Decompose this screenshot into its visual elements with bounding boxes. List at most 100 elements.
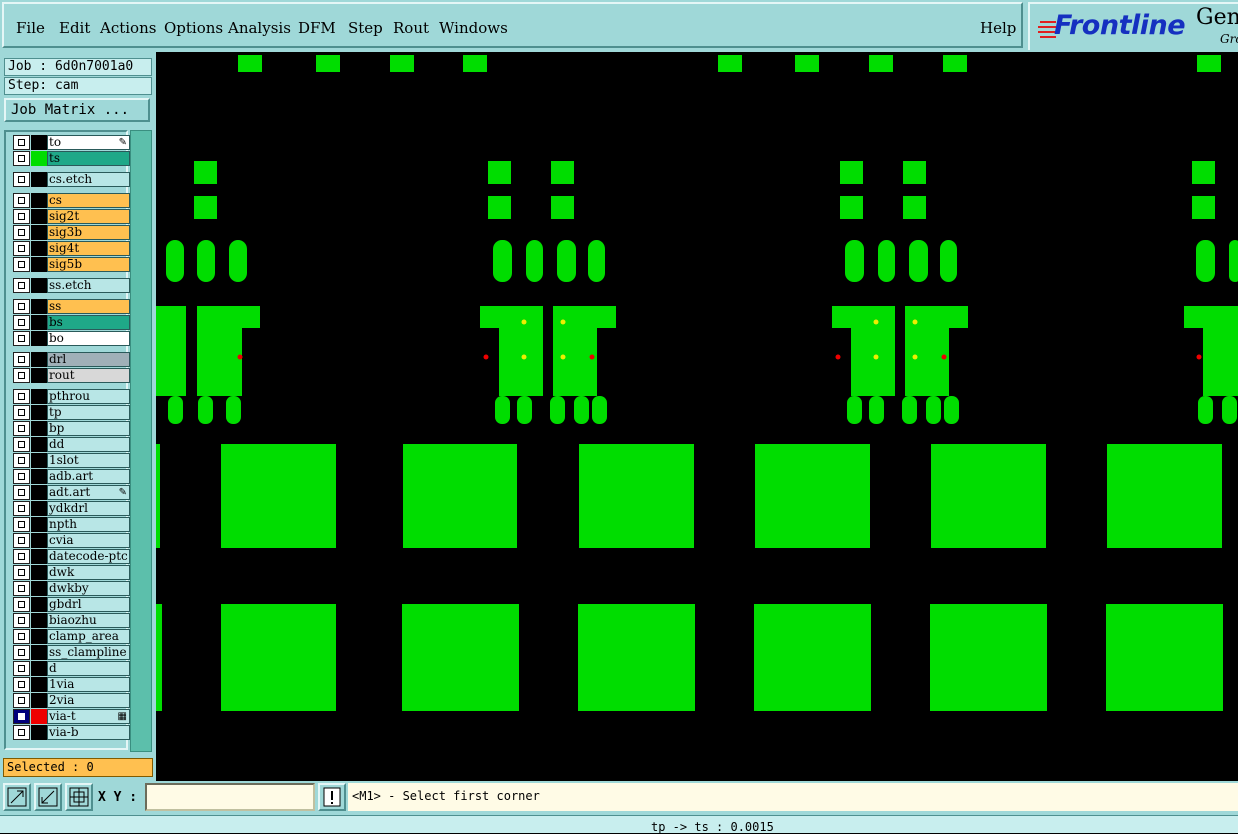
menu-help[interactable]: Help (980, 19, 1016, 37)
layer-checkbox[interactable] (13, 629, 30, 644)
layer-row-adt-art[interactable]: adt.art ✎ (12, 485, 130, 500)
menu-rout[interactable]: Rout (393, 19, 429, 37)
layer-name[interactable]: bo (47, 331, 130, 346)
layer-name[interactable]: cvia (47, 533, 130, 548)
layer-checkbox[interactable] (13, 661, 30, 676)
layer-checkbox[interactable] (13, 709, 30, 724)
layer-name[interactable]: dwk (47, 565, 130, 580)
job-matrix-button[interactable]: Job Matrix ... (4, 98, 150, 122)
layer-color-swatch[interactable] (31, 257, 47, 272)
layer-checkbox[interactable] (13, 517, 30, 532)
layer-name[interactable]: biaozhu (47, 613, 130, 628)
layer-row-sig4t[interactable]: sig4t (12, 241, 130, 256)
layer-checkbox[interactable] (13, 453, 30, 468)
layer-color-swatch[interactable] (31, 533, 47, 548)
layer-row-adb-art[interactable]: adb.art (12, 469, 130, 484)
layer-row-pthrou[interactable]: pthrou (12, 389, 130, 404)
layer-name[interactable]: cs.etch (47, 172, 130, 187)
layer-name[interactable]: rout (47, 368, 130, 383)
layer-color-swatch[interactable] (31, 725, 47, 740)
layer-row-sig5b[interactable]: sig5b (12, 257, 130, 272)
layer-row-cs-etch[interactable]: cs.etch (12, 172, 130, 187)
layer-color-swatch[interactable] (31, 677, 47, 692)
layer-color-swatch[interactable] (31, 135, 47, 150)
layer-checkbox[interactable] (13, 299, 30, 314)
layer-row-npth[interactable]: npth (12, 517, 130, 532)
layer-row-to[interactable]: to ✎ (12, 135, 130, 150)
zoom-in-icon[interactable] (3, 783, 31, 811)
layer-color-swatch[interactable] (31, 437, 47, 452)
layer-checkbox[interactable] (13, 565, 30, 580)
layer-name[interactable]: adb.art (47, 469, 130, 484)
layer-checkbox[interactable] (13, 209, 30, 224)
layer-color-swatch[interactable] (31, 469, 47, 484)
layer-color-swatch[interactable] (31, 421, 47, 436)
layer-name[interactable]: 2via (47, 693, 130, 708)
xy-coordinate-input[interactable] (145, 783, 315, 811)
layer-row-bs[interactable]: bs (12, 315, 130, 330)
layer-row-sig3b[interactable]: sig3b (12, 225, 130, 240)
layer-color-swatch[interactable] (31, 389, 47, 404)
layer-checkbox[interactable] (13, 725, 30, 740)
layer-checkbox[interactable] (13, 257, 30, 272)
layer-color-swatch[interactable] (31, 645, 47, 660)
layer-checkbox[interactable] (13, 151, 30, 166)
layer-name[interactable]: ss.etch (47, 278, 130, 293)
menu-file[interactable]: File (16, 19, 45, 37)
layer-row-ts[interactable]: ts (12, 151, 130, 166)
layer-color-swatch[interactable] (31, 315, 47, 330)
layer-checkbox[interactable] (13, 193, 30, 208)
layer-name[interactable]: npth (47, 517, 130, 532)
menu-dfm[interactable]: DFM (298, 19, 336, 37)
zoom-out-icon[interactable] (34, 783, 62, 811)
layer-checkbox[interactable] (13, 421, 30, 436)
layer-row-rout[interactable]: rout (12, 368, 130, 383)
layer-row-tp[interactable]: tp (12, 405, 130, 420)
layer-name[interactable]: sig2t (47, 209, 130, 224)
layer-color-swatch[interactable] (31, 299, 47, 314)
layer-color-swatch[interactable] (31, 613, 47, 628)
graphics-canvas[interactable] (156, 52, 1238, 781)
layer-name[interactable]: ss_clampline (47, 645, 130, 660)
zoom-home-icon[interactable] (65, 783, 93, 811)
layer-color-swatch[interactable] (31, 405, 47, 420)
layer-checkbox[interactable] (13, 389, 30, 404)
layer-name[interactable]: tp (47, 405, 130, 420)
layer-name[interactable]: gbdrl (47, 597, 130, 612)
layer-name[interactable]: dd (47, 437, 130, 452)
layer-name[interactable]: clamp_area (47, 629, 130, 644)
layer-color-swatch[interactable] (31, 331, 47, 346)
layer-name[interactable]: sig3b (47, 225, 130, 240)
layer-checkbox[interactable] (13, 485, 30, 500)
layer-name[interactable]: ts (47, 151, 130, 166)
layer-row-biaozhu[interactable]: biaozhu (12, 613, 130, 628)
layer-name[interactable]: sig4t (47, 241, 130, 256)
layer-color-swatch[interactable] (31, 693, 47, 708)
layer-list-scrollbar[interactable] (130, 130, 152, 752)
layer-row-cs[interactable]: cs (12, 193, 130, 208)
layer-row-bo[interactable]: bo (12, 331, 130, 346)
menu-analysis[interactable]: Analysis (228, 19, 291, 37)
layer-row-ss-etch[interactable]: ss.etch (12, 278, 130, 293)
layer-row-d[interactable]: d (12, 661, 130, 676)
layer-color-swatch[interactable] (31, 151, 47, 166)
layer-row-dwkby[interactable]: dwkby (12, 581, 130, 596)
layer-row-dd[interactable]: dd (12, 437, 130, 452)
layer-row-bp[interactable]: bp (12, 421, 130, 436)
menu-actions[interactable]: Actions (100, 19, 156, 37)
layer-row-gbdrl[interactable]: gbdrl (12, 597, 130, 612)
layer-name[interactable]: drl (47, 352, 130, 367)
layer-checkbox[interactable] (13, 225, 30, 240)
layer-checkbox[interactable] (13, 405, 30, 420)
layer-color-swatch[interactable] (31, 453, 47, 468)
layer-color-swatch[interactable] (31, 629, 47, 644)
layer-color-swatch[interactable] (31, 172, 47, 187)
layer-checkbox[interactable] (13, 437, 30, 452)
layer-name[interactable]: via-t ▦ (47, 709, 130, 724)
layer-row-datecode-ptc[interactable]: datecode-ptc (12, 549, 130, 564)
layer-checkbox[interactable] (13, 278, 30, 293)
layer-name[interactable]: 1slot (47, 453, 130, 468)
layer-row-sig2t[interactable]: sig2t (12, 209, 130, 224)
layer-name[interactable]: bp (47, 421, 130, 436)
layer-checkbox[interactable] (13, 331, 30, 346)
